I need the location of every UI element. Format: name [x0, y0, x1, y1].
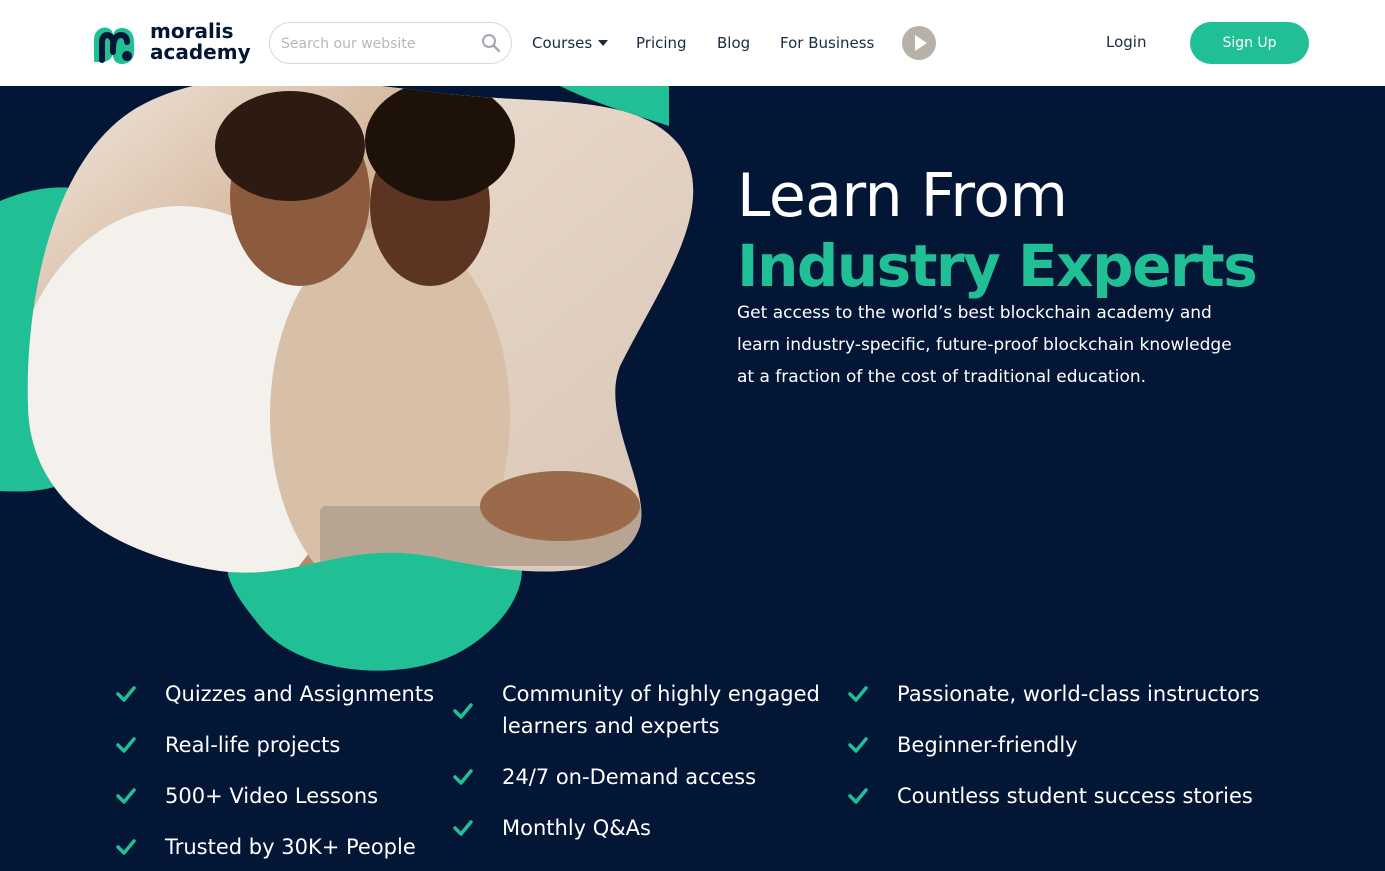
check-icon [453, 769, 473, 785]
check-icon [848, 686, 868, 702]
nav-for-business[interactable]: For Business [780, 32, 874, 54]
check-icon [453, 703, 473, 719]
hero-illustration [0, 86, 694, 671]
search-box [269, 22, 512, 64]
feature-item: Countless student success stories [897, 784, 1253, 808]
feature-item: Trusted by 30K+ People [165, 835, 416, 859]
feature-item: Community of highly engaged learners and… [502, 682, 820, 738]
hero-title-accent: Industry Experts [737, 232, 1258, 300]
nav-courses-label: Courses [532, 34, 593, 52]
site-header: moralis academy Courses Pricing Blog For… [0, 0, 1385, 86]
caret-down-icon [598, 39, 609, 46]
brand-line-1: moralis [150, 19, 234, 43]
feature-item: 500+ Video Lessons [165, 784, 379, 808]
feature-item: 24/7 on-Demand access [502, 765, 757, 789]
signup-button[interactable]: Sign Up [1190, 22, 1309, 64]
feature-item: Real-life projects [165, 733, 341, 757]
nav-courses[interactable]: Courses [532, 32, 609, 54]
feature-item: Quizzes and Assignments [165, 682, 435, 706]
feature-item: Monthly Q&As [502, 816, 651, 840]
check-icon [116, 788, 136, 804]
hero-description: Get access to the world’s best blockchai… [737, 303, 1232, 387]
brand-logo[interactable]: moralis academy [86, 20, 256, 68]
logo-mark-icon [94, 27, 134, 64]
check-icon [116, 686, 136, 702]
hero-title: Learn From [737, 161, 1068, 231]
play-icon [915, 35, 927, 51]
check-icon [116, 839, 136, 855]
nav-blog[interactable]: Blog [717, 32, 750, 54]
feature-item: Passionate, world-class instructors [897, 682, 1260, 706]
brand-wordmark: moralis academy [150, 21, 251, 63]
brand-line-2: academy [150, 40, 251, 64]
login-link[interactable]: Login [1106, 31, 1146, 53]
check-icon [848, 788, 868, 804]
play-video-button[interactable] [902, 26, 936, 60]
feature-item: Beginner-friendly [897, 733, 1078, 757]
nav-pricing[interactable]: Pricing [636, 32, 687, 54]
search-input[interactable] [281, 33, 471, 55]
check-icon [848, 737, 868, 753]
check-icon [116, 737, 136, 753]
search-icon[interactable] [481, 33, 501, 53]
check-icon [453, 820, 473, 836]
